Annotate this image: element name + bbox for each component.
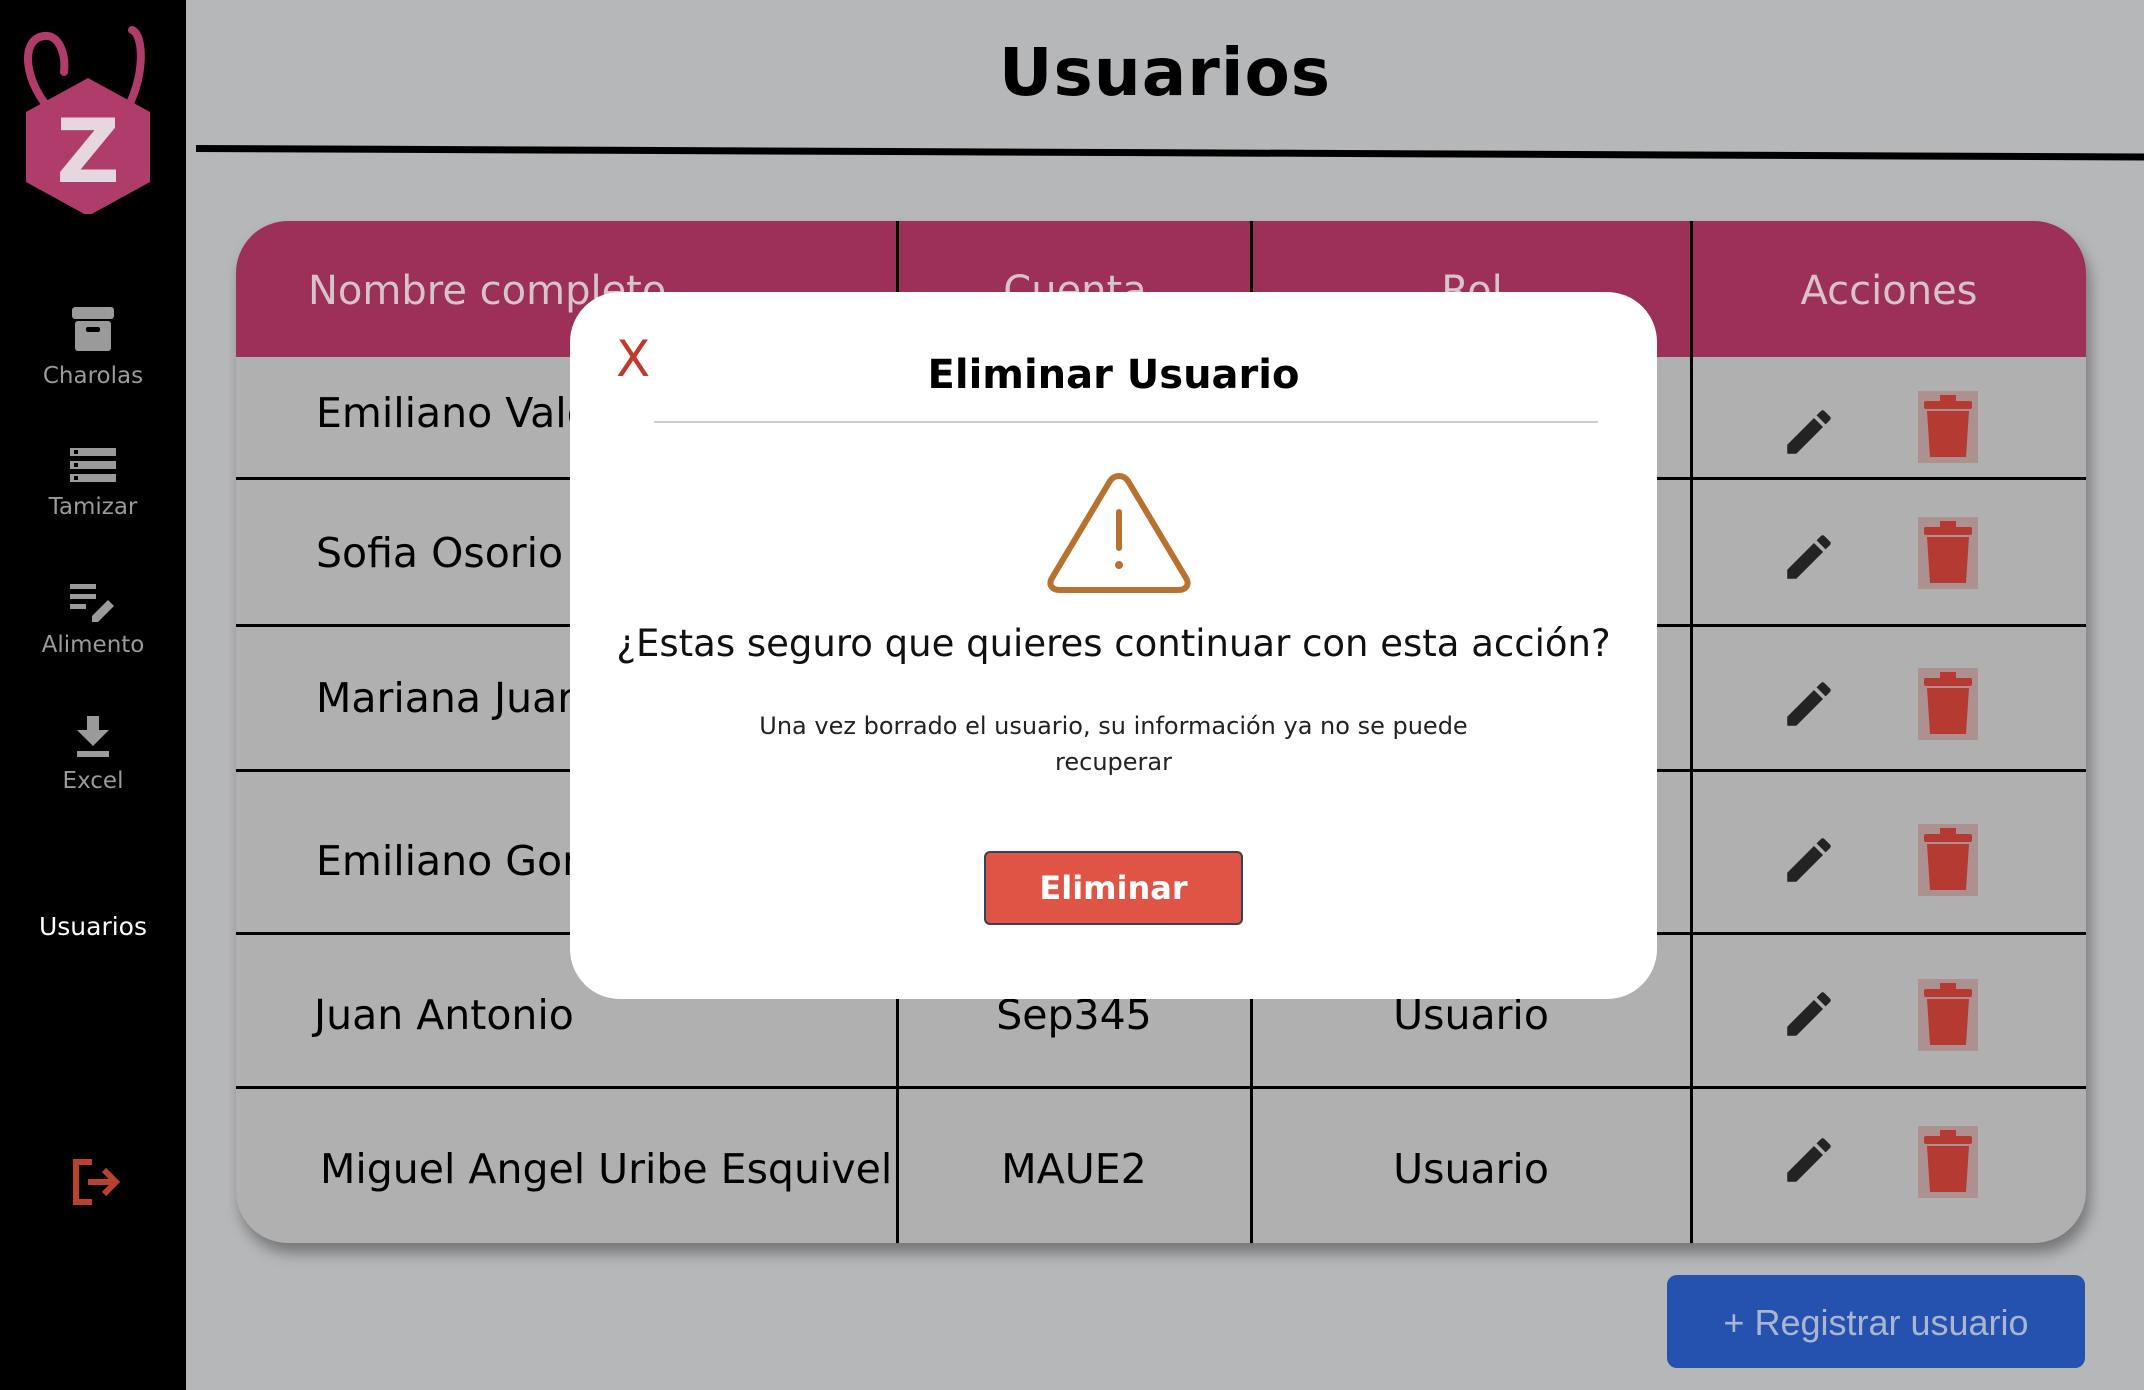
edit-list-icon: [70, 584, 114, 622]
sidebar-item-tamizar[interactable]: Tamizar: [0, 446, 186, 520]
sidebar-item-excel[interactable]: Excel: [0, 716, 186, 794]
svg-text:Z: Z: [56, 100, 120, 203]
warning-icon: [1047, 473, 1191, 593]
sidebar-item-label: Usuarios: [38, 912, 148, 941]
modal-title: Eliminar Usuario: [927, 352, 1300, 398]
sidebar-item-charolas[interactable]: Charolas: [0, 305, 186, 389]
sidebar: Z Charolas Tamizar Alimento Excel Usuari…: [0, 0, 186, 1390]
modal-note: Una vez borrado el usuario, su informaci…: [759, 712, 1468, 776]
modal-question: ¿Estas seguro que quieres continuar con …: [616, 622, 1611, 665]
delete-user-modal: X Eliminar Usuario ¿Estas seguro que qui…: [570, 292, 1657, 999]
sidebar-item-label: Excel: [62, 768, 124, 794]
sidebar-item-alimento[interactable]: Alimento: [0, 582, 186, 658]
list-icon: [70, 448, 116, 482]
sidebar-item-label: Charolas: [42, 363, 144, 389]
sidebar-item-usuarios[interactable]: Usuarios: [0, 912, 186, 941]
download-icon: [77, 716, 109, 757]
sidebar-item-label: Tamizar: [48, 494, 138, 520]
archive-icon: [72, 307, 114, 351]
sidebar-item-label: Alimento: [41, 632, 145, 658]
app-logo[interactable]: Z: [14, 24, 162, 214]
modal-divider: [654, 421, 1598, 423]
logout-icon[interactable]: [70, 1158, 122, 1206]
confirm-delete-button[interactable]: Eliminar: [984, 851, 1243, 925]
